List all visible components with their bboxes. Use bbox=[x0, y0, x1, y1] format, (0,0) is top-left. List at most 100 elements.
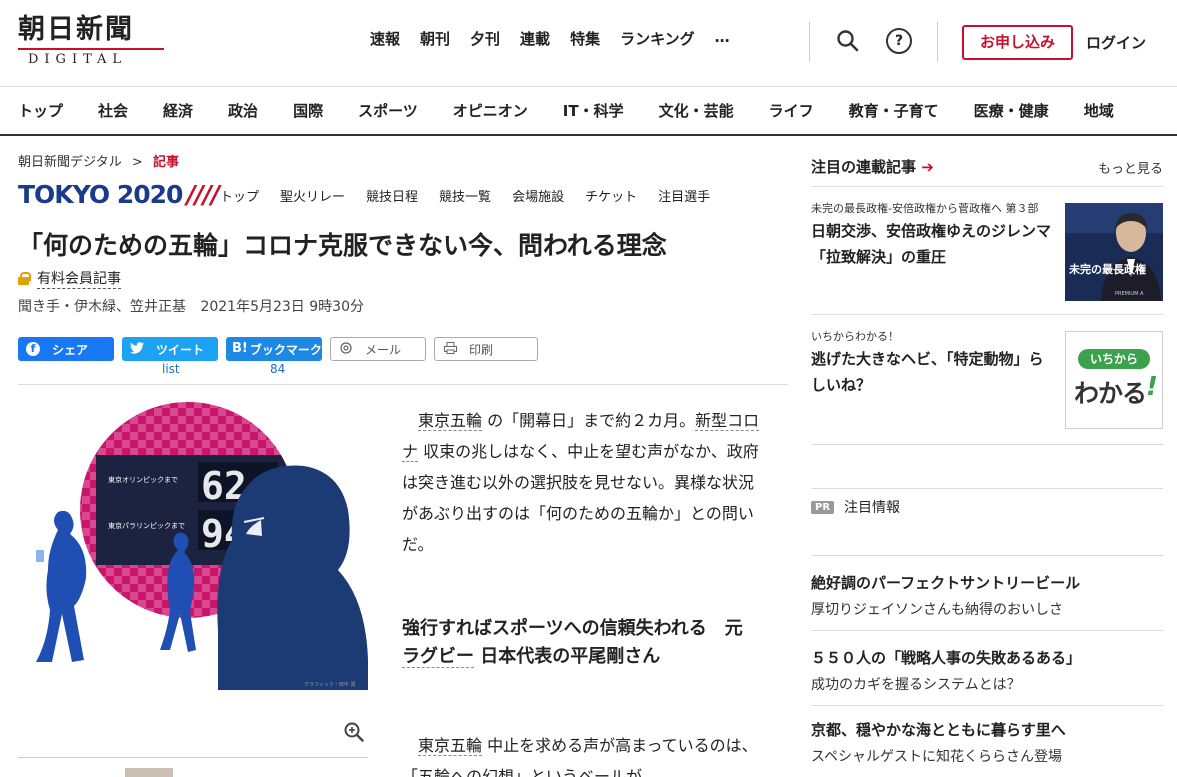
mail-share-label: メール bbox=[365, 342, 402, 357]
twitter-share-label: ツイート bbox=[156, 342, 205, 357]
cat-item-international[interactable]: 国際 bbox=[293, 100, 323, 121]
tokyo-nav-torch-relay[interactable]: 聖火リレー bbox=[280, 186, 345, 205]
tokyo2020-logo-slashes: //// bbox=[186, 180, 220, 209]
article-authors: 聞き手・伊木緑、笠井正基 bbox=[18, 299, 186, 315]
breadcrumb-separator: > bbox=[131, 155, 143, 170]
related-thumbnail[interactable] bbox=[125, 768, 173, 777]
cat-item-top[interactable]: トップ bbox=[18, 100, 63, 121]
divider bbox=[811, 630, 1163, 631]
ichikara-badge: いちから bbox=[1078, 349, 1150, 369]
cat-item-culture[interactable]: 文化・芸能 bbox=[659, 100, 734, 121]
logo-underline bbox=[18, 48, 164, 50]
tokyo-nav-athletes[interactable]: 注目選手 bbox=[658, 186, 710, 205]
mail-icon bbox=[339, 342, 353, 356]
illustration-credit: グラフィック・田中 潤 bbox=[304, 681, 355, 688]
facebook-share-button[interactable]: f シェア bbox=[18, 337, 114, 361]
hatena-bookmark-count[interactable]: 84 bbox=[270, 362, 285, 376]
article-body-continued: 東京五輪 中止を求める声が高まっているのは、「五輪への幻想」というベールが bbox=[402, 730, 762, 777]
twitter-share-count[interactable]: list bbox=[162, 362, 180, 376]
cat-item-sports[interactable]: スポーツ bbox=[358, 100, 418, 121]
article-paragraph: 東京五輪 中止を求める声が高まっているのは、「五輪への幻想」というベールが bbox=[402, 730, 762, 777]
sponsored-item[interactable]: ５５０人の「戦略人事の失敗あるある」 成功のカギを握るシステムとは？ bbox=[811, 647, 1163, 694]
sidebar-article[interactable]: いちからわかる！ 逃げた大きなヘビ、「特定動物」らしいね？ いちから わかる ! bbox=[811, 330, 1163, 429]
cat-item-politics[interactable]: 政治 bbox=[228, 100, 258, 121]
sponsored-item[interactable]: 絶好調のパーフェクトサントリービール 厚切りジェイソンさんも納得のおいしさ bbox=[811, 572, 1163, 619]
subscribe-button[interactable]: お申し込み bbox=[962, 25, 1073, 60]
facebook-icon: f bbox=[26, 342, 40, 356]
sidebar-article[interactable]: 未完の最長政権-安倍政権から菅政権へ 第３部 日朝交渉、安倍政権ゆえのジレンマ … bbox=[811, 202, 1163, 301]
cat-item-society[interactable]: 社会 bbox=[98, 100, 128, 121]
cat-item-it-science[interactable]: IT・科学 bbox=[563, 100, 624, 121]
zoom-in-icon[interactable] bbox=[344, 722, 364, 742]
paragraph-text: の「開幕日」まで約２カ月。 bbox=[482, 411, 696, 430]
divider bbox=[18, 384, 788, 385]
article-date: 2021年5月23日 9時30分 bbox=[200, 299, 364, 315]
hatena-bookmark-label: ブックマーク bbox=[249, 342, 322, 357]
divider bbox=[18, 757, 368, 758]
hatena-bookmark-button[interactable]: B! ブックマーク bbox=[226, 337, 322, 361]
divider bbox=[811, 444, 1163, 445]
divider bbox=[937, 22, 938, 62]
twitter-bird-icon bbox=[130, 342, 144, 356]
thumbnail-caption: 未完の最長政権 bbox=[1068, 262, 1146, 276]
sponsored-title: 京都、穏やかな海とともに暮らす里へ bbox=[811, 721, 1066, 739]
thumbnail-premium-mark: PREMIUM A bbox=[1115, 291, 1144, 297]
tokyo-nav-tickets[interactable]: チケット bbox=[585, 186, 637, 205]
logo-main-text: 朝日新聞 bbox=[18, 14, 134, 45]
divider bbox=[811, 314, 1163, 315]
tokyo-nav-top[interactable]: トップ bbox=[220, 186, 259, 205]
printer-icon bbox=[443, 342, 457, 356]
tokyo-nav-schedule[interactable]: 競技日程 bbox=[366, 186, 418, 205]
tokyo-nav-venues[interactable]: 会場施設 bbox=[512, 186, 564, 205]
cat-item-life[interactable]: ライフ bbox=[769, 100, 814, 121]
subheading-text: 強行すればスポーツへの信頼失われる 元 bbox=[402, 618, 743, 639]
sponsored-subtitle: 成功のカギを握るシステムとは？ bbox=[811, 677, 1021, 693]
cat-item-economy[interactable]: 経済 bbox=[163, 100, 193, 121]
divider bbox=[811, 705, 1163, 706]
keyword-link[interactable]: 東京五輪 bbox=[418, 736, 483, 756]
asahi-logo[interactable]: 朝日新聞 DIGITAL bbox=[18, 14, 168, 70]
cat-item-opinion[interactable]: オピニオン bbox=[453, 100, 528, 121]
topnav-item[interactable]: 連載 bbox=[520, 28, 550, 49]
more-menu-button[interactable]: … bbox=[715, 28, 731, 49]
pr-badge: PR bbox=[811, 500, 835, 514]
topnav-item[interactable]: 夕刊 bbox=[470, 28, 500, 49]
keyword-link[interactable]: 東京五輪 bbox=[418, 411, 483, 431]
sidebar-more-link[interactable]: もっと見る bbox=[1098, 158, 1163, 177]
tokyo2020-logo[interactable]: TOKYO 2020//// bbox=[18, 180, 220, 209]
help-icon[interactable]: ? bbox=[886, 28, 912, 54]
sidebar-article-title: 日朝交渉、安倍政権ゆえのジレンマ 「拉致解決」の重圧 bbox=[811, 222, 1067, 266]
keyword-link[interactable]: ラグビー bbox=[402, 646, 474, 668]
article-byline: 聞き手・伊木緑、笠井正基 2021年5月23日 9時30分 bbox=[18, 296, 364, 316]
lock-icon bbox=[18, 272, 31, 285]
sidebar-article-thumbnail: いちから わかる ! bbox=[1065, 331, 1163, 429]
topnav-item[interactable]: 特集 bbox=[570, 28, 600, 49]
mail-share-button[interactable]: メール bbox=[330, 337, 426, 361]
sidebar-heading[interactable]: 注目の連載記事 ➔ bbox=[811, 156, 934, 177]
login-link[interactable]: ログイン bbox=[1086, 32, 1146, 53]
topnav-item[interactable]: ランキング bbox=[620, 28, 695, 49]
top-nav: 速報 朝刊 夕刊 連載 特集 ランキング … bbox=[370, 28, 751, 49]
article-paragraph: 東京五輪 の「開幕日」まで約２カ月。新型コロナ 収束の兆しはなく、中止を望む声が… bbox=[402, 405, 762, 560]
search-icon[interactable] bbox=[835, 28, 861, 54]
paid-member-label[interactable]: 有料会員記事 bbox=[37, 268, 121, 289]
sponsored-item[interactable]: 京都、穏やかな海とともに暮らす里へ スペシャルゲストに知花くららさん登場 bbox=[811, 719, 1163, 766]
divider bbox=[809, 22, 810, 62]
pr-section-heading: PR 注目情報 bbox=[811, 497, 900, 517]
arrow-right-icon: ➔ bbox=[921, 158, 934, 176]
topnav-item[interactable]: 速報 bbox=[370, 28, 400, 49]
breadcrumb-home[interactable]: 朝日新聞デジタル bbox=[18, 155, 122, 170]
divider bbox=[811, 488, 1163, 489]
cat-item-health[interactable]: 医療・健康 bbox=[974, 100, 1049, 121]
tokyo-nav-events[interactable]: 競技一覧 bbox=[439, 186, 491, 205]
facebook-share-label: シェア bbox=[52, 342, 89, 357]
hatena-bookmark-icon: B! bbox=[232, 341, 248, 356]
cat-item-education[interactable]: 教育・子育て bbox=[849, 100, 939, 121]
print-button[interactable]: 印刷 bbox=[434, 337, 538, 361]
sidebar-article-thumbnail: 未完の最長政権 PREMIUM A bbox=[1065, 203, 1163, 301]
twitter-share-button[interactable]: ツイート bbox=[122, 337, 218, 361]
topnav-item[interactable]: 朝刊 bbox=[420, 28, 450, 49]
article-illustration[interactable]: 東京オリンピックまで 東京パラリンピックまで 62 94 グラフィック・田中 潤 bbox=[18, 400, 368, 700]
share-buttons: f シェア ツイート B! ブックマーク メール 印刷 bbox=[18, 337, 546, 361]
cat-item-region[interactable]: 地域 bbox=[1084, 100, 1114, 121]
